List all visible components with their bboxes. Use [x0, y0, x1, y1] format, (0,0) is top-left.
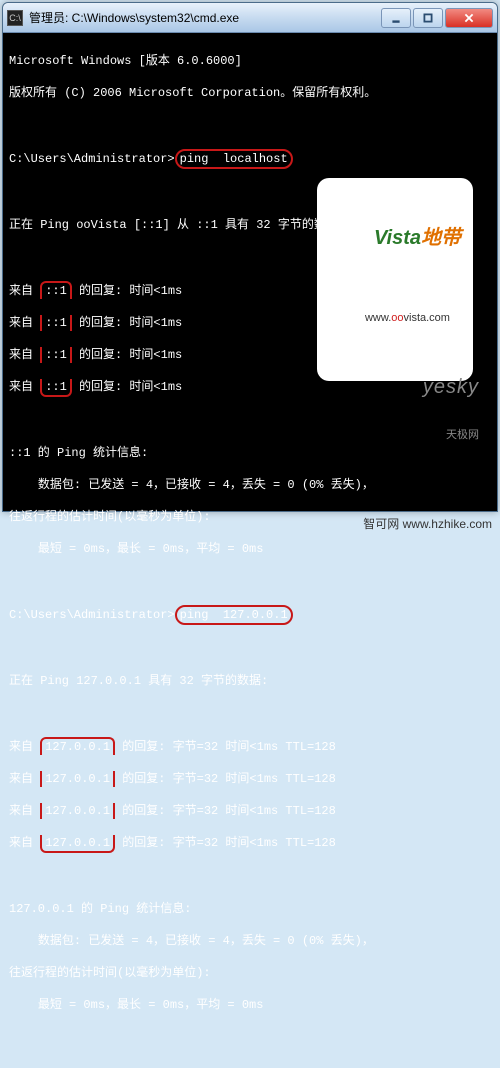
prompt-1: C:\Users\Administrator> — [9, 152, 175, 166]
stats-2-times: 最短 = 0ms，最长 = 0ms，平均 = 0ms — [9, 997, 491, 1013]
minimize-button[interactable] — [381, 8, 411, 28]
stats-2-rtt: 往返行程的估计时间(以毫秒为单位): — [9, 965, 491, 981]
yesky-watermark: yesky 天极网 — [423, 347, 479, 475]
stats-2-packets: 数据包: 已发送 = 4，已接收 = 4，丢失 = 0 (0% 丢失)， — [9, 933, 491, 949]
command-2: ping 127.0.0.1 — [180, 608, 288, 622]
reply-2c: 来自 127.0.0.1 的回复: 字节=32 时间<1ms TTL=128 — [9, 803, 491, 819]
close-icon — [463, 12, 475, 24]
titlebar[interactable]: C:\ 管理员: C:\Windows\system32\cmd.exe — [3, 3, 497, 33]
maximize-icon — [422, 12, 434, 24]
stats-1-packets: 数据包: 已发送 = 4，已接收 = 4，丢失 = 0 (0% 丢失)， — [9, 477, 491, 493]
terminal-output[interactable]: Microsoft Windows [版本 6.0.6000] 版权所有 (C)… — [3, 33, 497, 511]
ip6-highlight: ::1 — [40, 281, 72, 299]
stats-1-times: 最短 = 0ms，最长 = 0ms，平均 = 0ms — [9, 541, 491, 557]
cmd-icon: C:\ — [7, 10, 23, 26]
command-1: ping localhost — [180, 152, 288, 166]
reply-2a: 来自 127.0.0.1 的回复: 字节=32 时间<1ms TTL=128 — [9, 737, 491, 755]
minimize-icon — [390, 12, 402, 24]
yesky-sub: 天极网 — [423, 427, 479, 443]
ip4-highlight: 127.0.0.1 — [40, 737, 115, 755]
footer-credit: 智可网 www.hzhike.com — [363, 515, 492, 532]
command-2-highlight: ping 127.0.0.1 — [175, 605, 293, 625]
close-button[interactable] — [445, 8, 493, 28]
prompt-2: C:\Users\Administrator> — [9, 608, 175, 622]
yesky-brand: yesky — [423, 379, 479, 395]
copyright-line: 版权所有 (C) 2006 Microsoft Corporation。保留所有… — [9, 85, 491, 101]
prompt-line-1: C:\Users\Administrator> ping localhost — [9, 149, 491, 169]
stats-2-title: 127.0.0.1 的 Ping 统计信息: — [9, 901, 491, 917]
pinging-2: 正在 Ping 127.0.0.1 具有 32 字节的数据: — [9, 673, 491, 689]
cmd-window: C:\ 管理员: C:\Windows\system32\cmd.exe Mic… — [2, 2, 498, 512]
version-line: Microsoft Windows [版本 6.0.6000] — [9, 53, 491, 69]
stats-1-title: ::1 的 Ping 统计信息: — [9, 445, 491, 461]
reply-2b: 来自 127.0.0.1 的回复: 字节=32 时间<1ms TTL=128 — [9, 771, 491, 787]
reply-2d: 来自 127.0.0.1 的回复: 字节=32 时间<1ms TTL=128 — [9, 835, 491, 853]
maximize-button[interactable] — [413, 8, 443, 28]
command-1-highlight: ping localhost — [175, 149, 293, 169]
reply-1d: 来自 ::1 的回复: 时间<1ms — [9, 379, 491, 397]
prompt-line-2: C:\Users\Administrator> ping 127.0.0.1 — [9, 605, 491, 625]
window-title: 管理员: C:\Windows\system32\cmd.exe — [29, 9, 381, 26]
vista-url: www.oovista.com — [329, 294, 461, 342]
window-buttons — [381, 8, 493, 28]
vista-logo: Vista地带 — [329, 214, 461, 262]
